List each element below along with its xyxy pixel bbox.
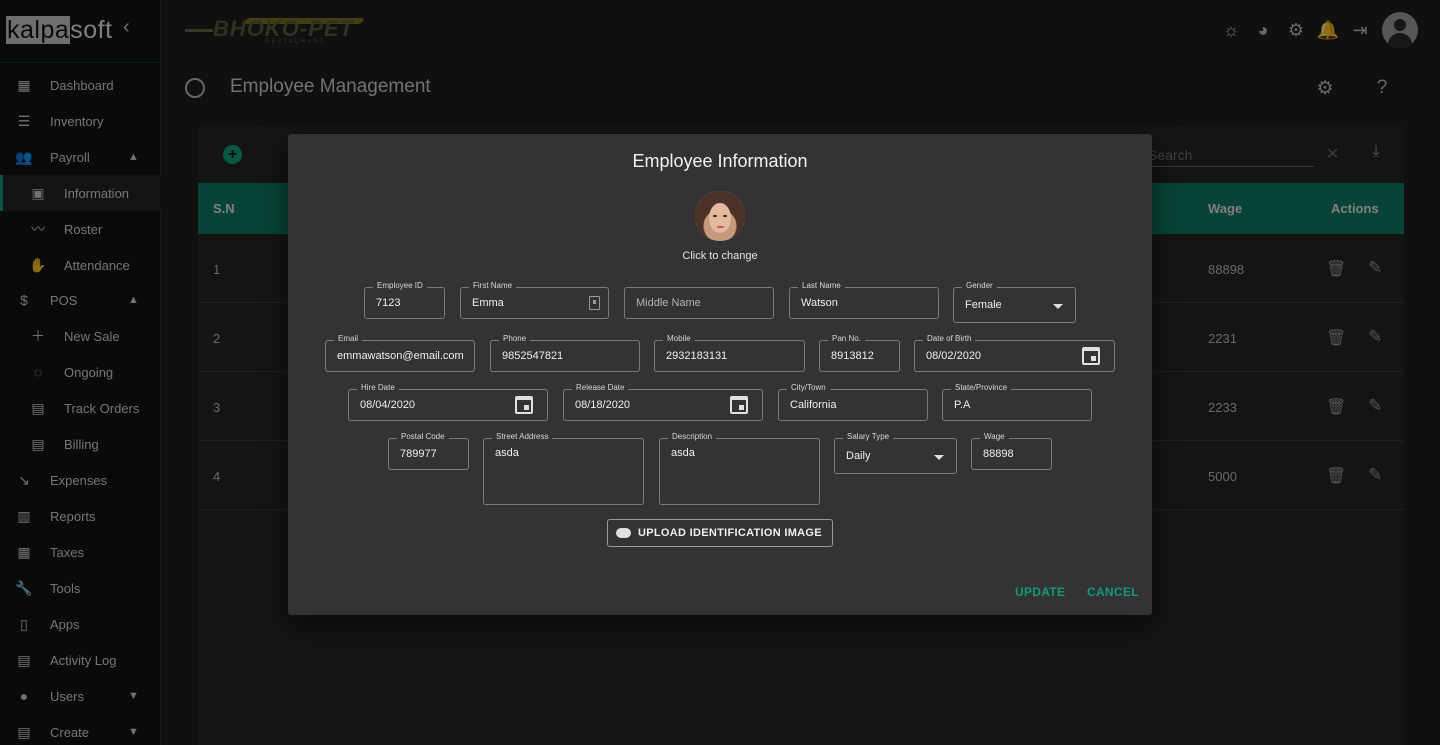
state-field[interactable]: State/Province <box>942 383 1092 421</box>
street-address-input[interactable]: asda <box>495 447 638 499</box>
middle-name-input[interactable] <box>636 288 768 318</box>
first-name-field[interactable]: First Name <box>460 281 609 319</box>
photo-eye <box>713 215 717 217</box>
pan-no-field[interactable]: Pan No. <box>819 334 900 372</box>
mobile-field[interactable]: Mobile <box>654 334 805 372</box>
middle-name-field[interactable] <box>624 287 774 319</box>
field-label: Description <box>668 432 717 441</box>
upload-button-label: UPLOAD IDENTIFICATION IMAGE <box>638 527 822 539</box>
employee-photo[interactable] <box>695 191 745 241</box>
employee-id-field[interactable]: Employee ID <box>364 281 445 319</box>
gender-select[interactable]: Gender <box>953 281 1076 323</box>
photo-caption[interactable]: Click to change <box>288 250 1152 262</box>
contact-card-icon <box>589 296 600 310</box>
upload-identification-image-button[interactable]: UPLOAD IDENTIFICATION IMAGE <box>607 519 833 547</box>
city-input[interactable] <box>790 390 922 420</box>
wage-field[interactable]: Wage <box>971 432 1052 470</box>
date-of-birth-field[interactable]: Date of Birth <box>914 334 1115 372</box>
dropdown-arrow-icon <box>934 455 944 460</box>
field-label: Street Address <box>492 432 553 441</box>
dropdown-arrow-icon <box>1053 304 1063 309</box>
postal-code-field[interactable]: Postal Code <box>388 432 469 470</box>
cancel-button[interactable]: CANCEL <box>1087 585 1139 599</box>
street-address-field[interactable]: Street Address asda <box>483 432 644 505</box>
phone-input[interactable] <box>502 341 634 371</box>
photo-face <box>709 203 731 233</box>
first-name-input[interactable] <box>472 288 603 318</box>
calendar-icon[interactable] <box>1082 347 1100 365</box>
mobile-input[interactable] <box>666 341 799 371</box>
cloud-upload-icon <box>616 528 631 538</box>
postal-code-input[interactable] <box>400 439 463 469</box>
email-field[interactable]: Email <box>325 334 475 372</box>
calendar-icon[interactable] <box>515 396 533 414</box>
employee-id-input[interactable] <box>376 288 439 318</box>
employee-information-dialog: Employee Information Click to change Emp… <box>288 134 1152 615</box>
calendar-icon[interactable] <box>730 396 748 414</box>
description-field[interactable]: Description asda <box>659 432 820 505</box>
last-name-field[interactable]: Last Name <box>789 281 939 319</box>
city-field[interactable]: City/Town <box>778 383 928 421</box>
photo-eye <box>723 215 727 217</box>
pan-no-input[interactable] <box>831 341 894 371</box>
last-name-input[interactable] <box>801 288 933 318</box>
wage-input[interactable] <box>983 439 1046 469</box>
photo-lips <box>717 226 724 228</box>
description-input[interactable]: asda <box>671 447 814 499</box>
update-button[interactable]: UPDATE <box>1015 585 1065 599</box>
state-input[interactable] <box>954 390 1086 420</box>
hire-date-field[interactable]: Hire Date <box>348 383 548 421</box>
salary-type-select[interactable]: Salary Type <box>834 432 957 474</box>
email-input[interactable] <box>337 341 469 371</box>
phone-field[interactable]: Phone <box>490 334 640 372</box>
app-root: kalpasoft ‹ ▦ Dashboard ☰ Inventory 👥 Pa… <box>0 0 1440 745</box>
dialog-title: Employee Information <box>632 151 808 171</box>
release-date-field[interactable]: Release Date <box>563 383 763 421</box>
